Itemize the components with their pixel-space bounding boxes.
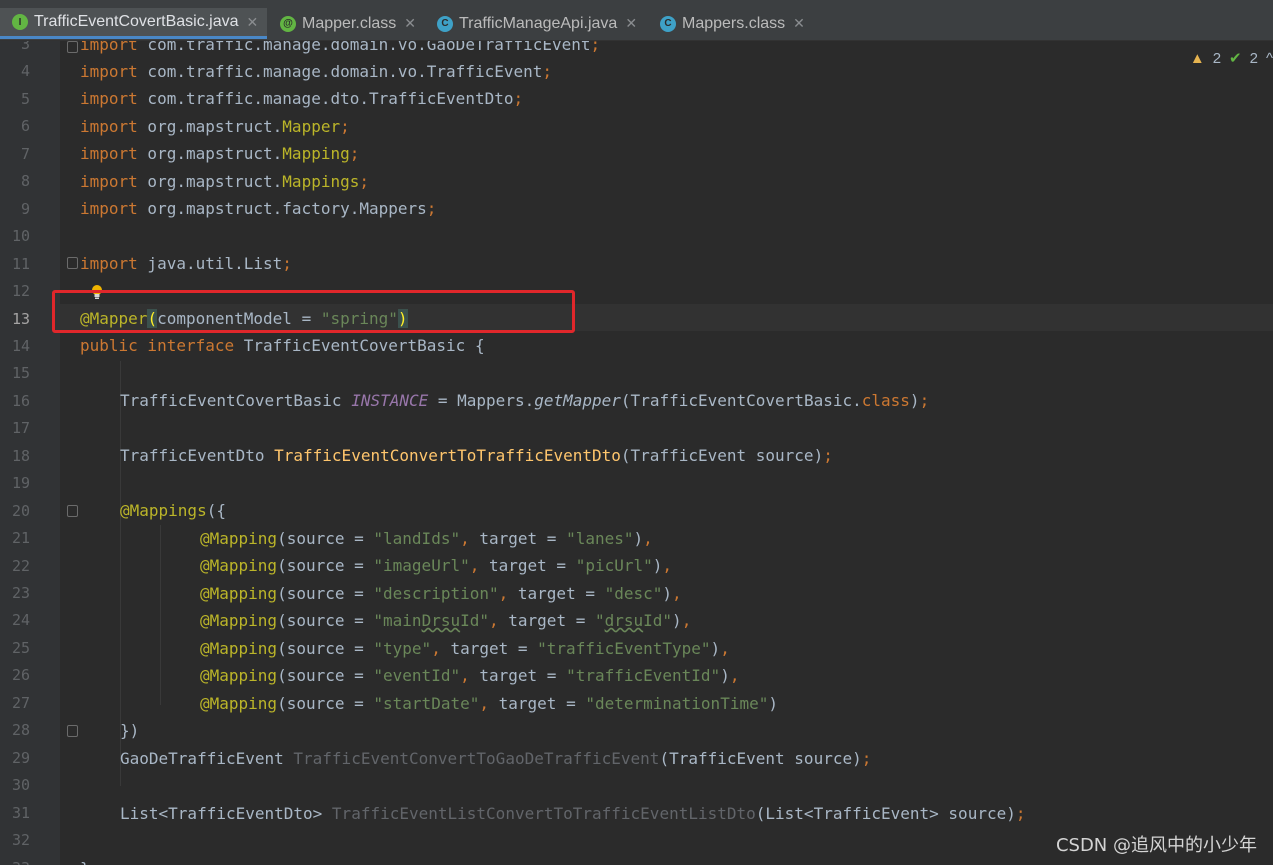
watermark: CSDN @追风中的小少年 (1055, 835, 1257, 856)
line-number: 28 (11, 721, 30, 740)
class-icon: C (660, 15, 676, 32)
class-icon: C (437, 15, 453, 32)
tab-label: Mapper.class (302, 14, 397, 32)
line-number: 21 (11, 529, 30, 548)
annotation-icon: @ (280, 15, 296, 32)
close-icon[interactable]: ✕ (625, 15, 637, 32)
red-highlight-box (52, 290, 575, 333)
line-number: 23 (11, 584, 30, 602)
code-line-18[interactable]: TrafficEventDto TrafficEventConvertToTra… (120, 442, 833, 469)
code-editor[interactable]: 3 4 5 6 7 8 9 10 11 12 13 14 15 16 17 18 19 20 21 22 23 24 25 2… (0, 41, 1273, 865)
close-icon[interactable]: ✕ (793, 15, 805, 32)
code-line-3[interactable]: import com.traffic.manage.domain.vo.GaoD… (80, 41, 600, 58)
line-number: 14 (11, 336, 30, 355)
line-number: 32 (11, 831, 30, 850)
line-number: 3 (20, 41, 30, 53)
fold-marker[interactable] (67, 257, 78, 269)
line-number: 22 (11, 556, 30, 575)
weak-warning-count: 2 (1249, 49, 1258, 67)
line-number: 18 (11, 446, 30, 465)
interface-icon: I (12, 14, 28, 30)
line-number: 29 (11, 748, 30, 767)
code-line-4[interactable]: import com.traffic.manage.domain.vo.Traf… (80, 58, 552, 85)
code-line-8[interactable]: import org.mapstruct.Mappings; (80, 168, 369, 195)
fold-marker[interactable] (67, 41, 78, 53)
close-icon[interactable]: ✕ (247, 14, 259, 31)
fold-marker[interactable] (67, 725, 78, 737)
line-number: 10 (11, 227, 30, 246)
line-number: 5 (20, 89, 30, 108)
code-line-11[interactable]: import java.util.List; (80, 250, 292, 277)
code-line-9[interactable]: import org.mapstruct.factory.Mappers; (80, 195, 436, 222)
code-line-33[interactable]: } (80, 855, 90, 865)
tab-traffic-manage-api[interactable]: C TrafficManageApi.java ✕ (425, 8, 647, 39)
line-number: 19 (11, 474, 30, 493)
line-number: 20 (11, 501, 30, 520)
tab-traffic-event-covert-basic[interactable]: I TrafficEventCovertBasic.java ✕ (0, 8, 267, 39)
code-line-7[interactable]: import org.mapstruct.Mapping; (80, 140, 359, 167)
line-number: 8 (20, 172, 30, 191)
tab-mappers-class[interactable]: C Mappers.class ✕ (648, 8, 814, 39)
code-line-28[interactable]: }) (120, 717, 139, 744)
line-number: 17 (11, 419, 30, 438)
line-number: 4 (20, 62, 30, 81)
code-line-21[interactable]: @Mapping(source = "landIds", target = "l… (200, 525, 653, 552)
line-number: 31 (11, 803, 30, 822)
line-number: 9 (20, 199, 30, 218)
line-number: 33 (0, 859, 30, 865)
code-line-24[interactable]: @Mapping(source = "mainDrsuId", target =… (200, 607, 691, 634)
warning-count: 2 (1212, 49, 1222, 67)
close-icon[interactable]: ✕ (404, 15, 416, 32)
chevron-up-icon[interactable]: ^ (1266, 50, 1273, 67)
tab-label: Mappers.class (682, 14, 786, 32)
code-line-29[interactable]: GaoDeTrafficEvent TrafficEventConvertToG… (120, 745, 871, 772)
code-line-6[interactable]: import org.mapstruct.Mapper; (80, 113, 350, 140)
code-line-5[interactable]: import com.traffic.manage.dto.TrafficEve… (80, 85, 523, 112)
line-number: 16 (11, 391, 30, 410)
code-line-23[interactable]: @Mapping(source = "description", target … (200, 580, 682, 607)
editor-tab-bar: I TrafficEventCovertBasic.java ✕ @ Mappe… (0, 0, 1273, 41)
inspection-widget[interactable]: ▲ 2 ✔ 2 ^ (1189, 49, 1273, 68)
tab-mapper-class[interactable]: @ Mapper.class ✕ (268, 8, 424, 39)
code-line-27[interactable]: @Mapping(source = "startDate", target = … (200, 690, 778, 717)
code-line-26[interactable]: @Mapping(source = "eventId", target = "t… (200, 662, 739, 689)
line-number: 24 (11, 611, 30, 630)
code-line-20[interactable]: @Mappings({ (120, 497, 226, 524)
indent-guide (160, 525, 161, 705)
tab-label: TrafficEventCovertBasic.java (34, 13, 239, 30)
fold-marker[interactable] (67, 505, 78, 517)
code-line-14[interactable]: public interface TrafficEventCovertBasic… (80, 332, 485, 359)
line-number: 12 (11, 282, 30, 301)
line-number: 13 (11, 309, 30, 328)
code-line-22[interactable]: @Mapping(source = "imageUrl", target = "… (200, 552, 672, 579)
tab-label: TrafficManageApi.java (459, 14, 618, 32)
line-number: 7 (20, 144, 30, 163)
line-number: 11 (11, 254, 30, 273)
line-number: 15 (11, 364, 30, 383)
line-number: 27 (11, 693, 30, 712)
line-number: 25 (11, 638, 30, 657)
warning-icon: ▲ (1189, 49, 1205, 67)
code-line-25[interactable]: @Mapping(source = "type", target = "traf… (200, 635, 730, 662)
line-number: 30 (11, 776, 30, 795)
code-line-16[interactable]: TrafficEventCovertBasic INSTANCE = Mappe… (120, 387, 929, 414)
line-number: 6 (20, 117, 30, 136)
line-number: 26 (11, 666, 30, 685)
code-line-31[interactable]: List<TrafficEventDto> TrafficEventListCo… (120, 800, 1026, 827)
check-icon: ✔ (1229, 50, 1242, 67)
